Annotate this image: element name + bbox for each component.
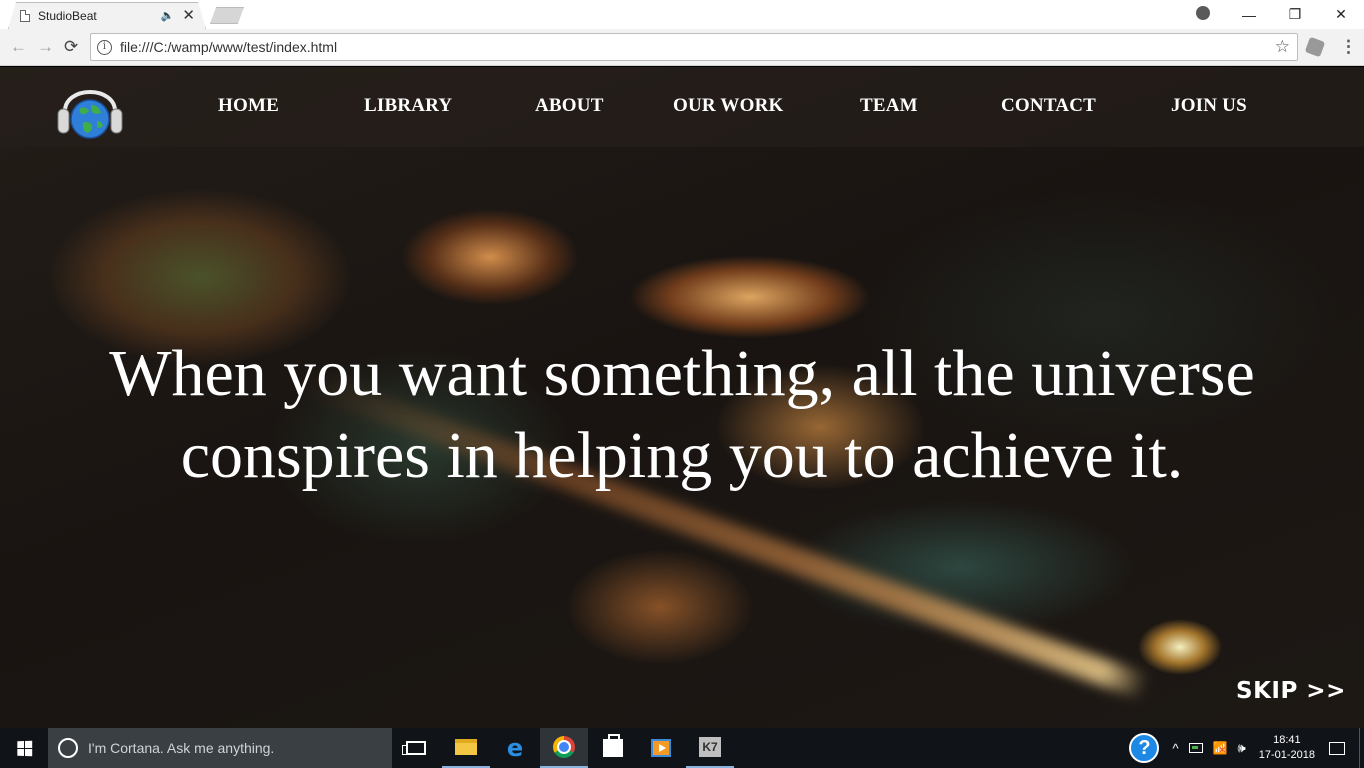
tab-title: StudioBeat (38, 8, 97, 23)
site-navbar: HOME LIBRARY ABOUT OUR WORK TEAM CONTACT… (0, 67, 1364, 147)
site-info-icon[interactable]: i (97, 39, 112, 55)
chrome-icon (553, 736, 575, 758)
bookmark-star-icon[interactable]: ☆ (1275, 37, 1290, 57)
nav-our-work-link[interactable]: OUR WORK (673, 95, 784, 117)
nav-home-link[interactable]: HOME (218, 95, 279, 117)
taskbar-chrome[interactable] (540, 728, 588, 768)
edge-icon: e (506, 734, 524, 762)
system-tray: ? ^ 📶 ✕ 🕪 18:41 17-01-2018 (1129, 728, 1364, 768)
taskbar-store[interactable] (589, 728, 637, 768)
browser-tabstrip: StudioBeat 🔈 ✕ — ❐ ✕ (0, 0, 1364, 29)
speaker-icon[interactable]: 🔈 (161, 9, 175, 22)
tray-chevron-icon[interactable]: ^ (1172, 741, 1178, 756)
network-error-icon: ✕ (1218, 745, 1227, 755)
nav-library-link[interactable]: LIBRARY (364, 95, 452, 117)
file-explorer-icon (455, 739, 477, 755)
task-view-icon (402, 741, 426, 755)
back-button[interactable]: ← (10, 37, 27, 57)
battery-icon[interactable] (1188, 743, 1203, 753)
taskbar-clock[interactable]: 18:41 17-01-2018 (1259, 733, 1315, 763)
nav-contact-link[interactable]: CONTACT (1001, 95, 1096, 117)
help-icon[interactable]: ? (1129, 733, 1160, 763)
cortana-icon (58, 738, 78, 758)
tab-close-icon[interactable]: ✕ (182, 8, 195, 23)
url-text[interactable]: file:///C:/wamp/www/test/index.html (120, 39, 1275, 55)
nav-team-link[interactable]: TEAM (860, 95, 918, 117)
cortana-search-box[interactable]: I'm Cortana. Ask me anything. (48, 728, 392, 768)
new-tab-button[interactable] (210, 7, 244, 24)
headline-line-1: When you want something, all the univers… (109, 337, 1255, 410)
browser-menu-icon[interactable]: ⋮ (1340, 37, 1357, 57)
hero-headline: When you want something, all the univers… (0, 333, 1364, 497)
extension-icon[interactable] (1304, 36, 1326, 58)
clock-time: 18:41 (1273, 734, 1301, 746)
browser-toolbar: ← → ⟳ i file:///C:/wamp/www/test/index.h… (0, 29, 1364, 66)
browser-tab[interactable]: StudioBeat 🔈 ✕ (20, 2, 195, 29)
taskbar-k7-antivirus[interactable]: K7 (686, 728, 734, 768)
start-button[interactable] (0, 728, 48, 768)
action-center-icon[interactable] (1329, 741, 1345, 755)
taskbar-file-explorer[interactable] (442, 728, 490, 768)
taskbar-video-editor[interactable] (637, 728, 685, 768)
clock-date: 17-01-2018 (1258, 749, 1315, 761)
window-controls: — ❐ ✕ (1180, 0, 1364, 29)
reload-button[interactable]: ⟳ (64, 37, 78, 57)
video-editor-icon (651, 739, 671, 757)
task-view-button[interactable] (392, 728, 440, 768)
page-favicon-icon (20, 9, 30, 22)
profile-icon (1196, 6, 1210, 20)
globe-headphones-logo[interactable] (53, 73, 127, 141)
show-desktop-button[interactable] (1359, 728, 1364, 768)
window-close-button[interactable]: ✕ (1318, 6, 1364, 23)
cortana-placeholder: I'm Cortana. Ask me anything. (88, 740, 275, 756)
minimize-button[interactable]: — (1226, 7, 1272, 23)
skip-button[interactable]: SKIP >> (1236, 678, 1346, 704)
page-viewport: HOME LIBRARY ABOUT OUR WORK TEAM CONTACT… (0, 67, 1364, 728)
nav-about-link[interactable]: ABOUT (535, 95, 604, 117)
address-bar[interactable]: i file:///C:/wamp/www/test/index.html ☆ (90, 33, 1298, 61)
network-icon[interactable]: 📶 ✕ (1213, 741, 1228, 755)
profile-button[interactable] (1180, 6, 1226, 23)
volume-icon[interactable]: 🕪 (1238, 740, 1246, 756)
restore-button[interactable]: ❐ (1272, 6, 1318, 23)
nav-join-us-link[interactable]: JOIN US (1171, 95, 1247, 117)
taskbar-edge[interactable]: e (491, 728, 539, 768)
headline-line-2: conspires in helping you to achieve it. (180, 419, 1184, 492)
forward-button[interactable]: → (37, 37, 54, 57)
windows-taskbar: I'm Cortana. Ask me anything. e K7 ? ^ 📶… (0, 728, 1364, 768)
k7-antivirus-icon: K7 (699, 737, 721, 757)
store-icon (603, 734, 623, 757)
windows-logo-icon (16, 740, 32, 756)
